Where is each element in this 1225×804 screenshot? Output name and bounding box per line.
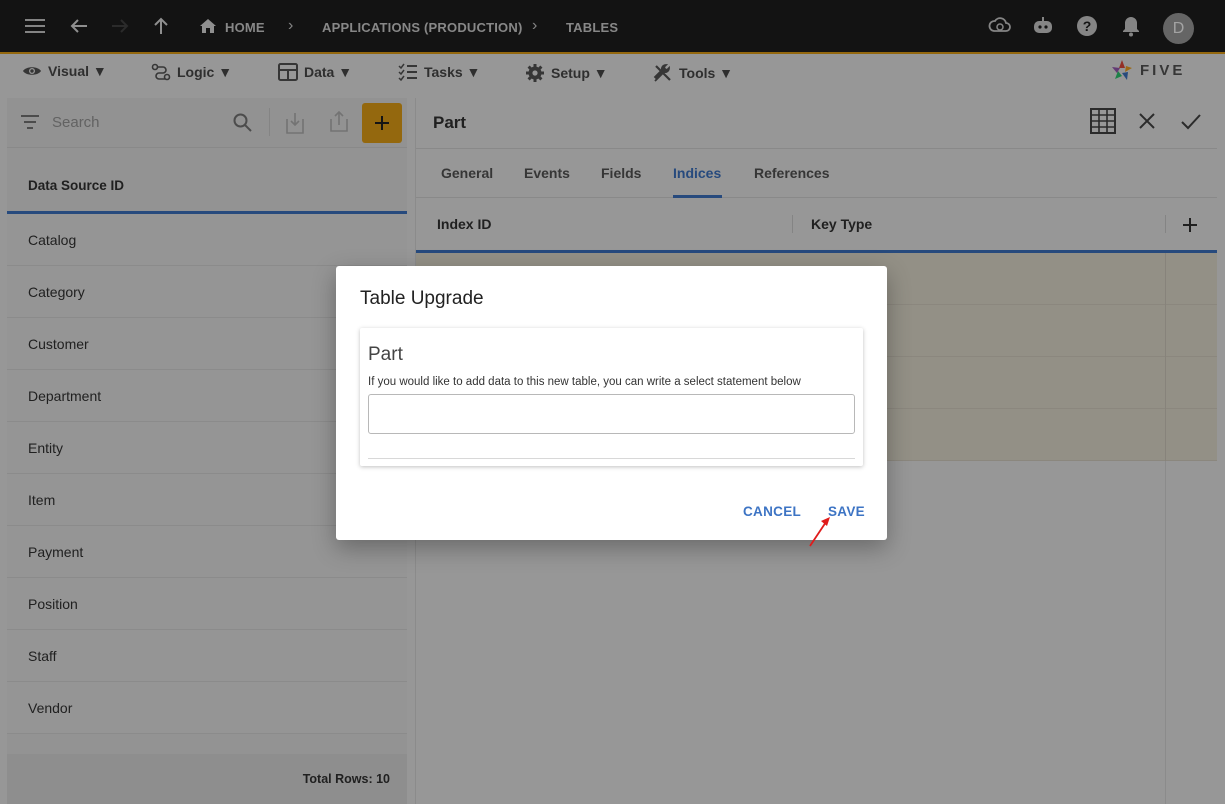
- select-statement-input[interactable]: [368, 394, 855, 434]
- card-divider: [368, 458, 855, 459]
- save-button[interactable]: SAVE: [828, 504, 865, 519]
- card-description: If you would like to add data to this ne…: [368, 376, 801, 388]
- dialog-card: Part If you would like to add data to th…: [360, 328, 863, 466]
- annotation-arrow-icon: [809, 517, 830, 547]
- cancel-button[interactable]: CANCEL: [743, 504, 801, 519]
- dialog-title: Table Upgrade: [360, 288, 484, 309]
- card-title: Part: [368, 344, 403, 365]
- table-upgrade-dialog: Table Upgrade Part If you would like to …: [336, 266, 887, 540]
